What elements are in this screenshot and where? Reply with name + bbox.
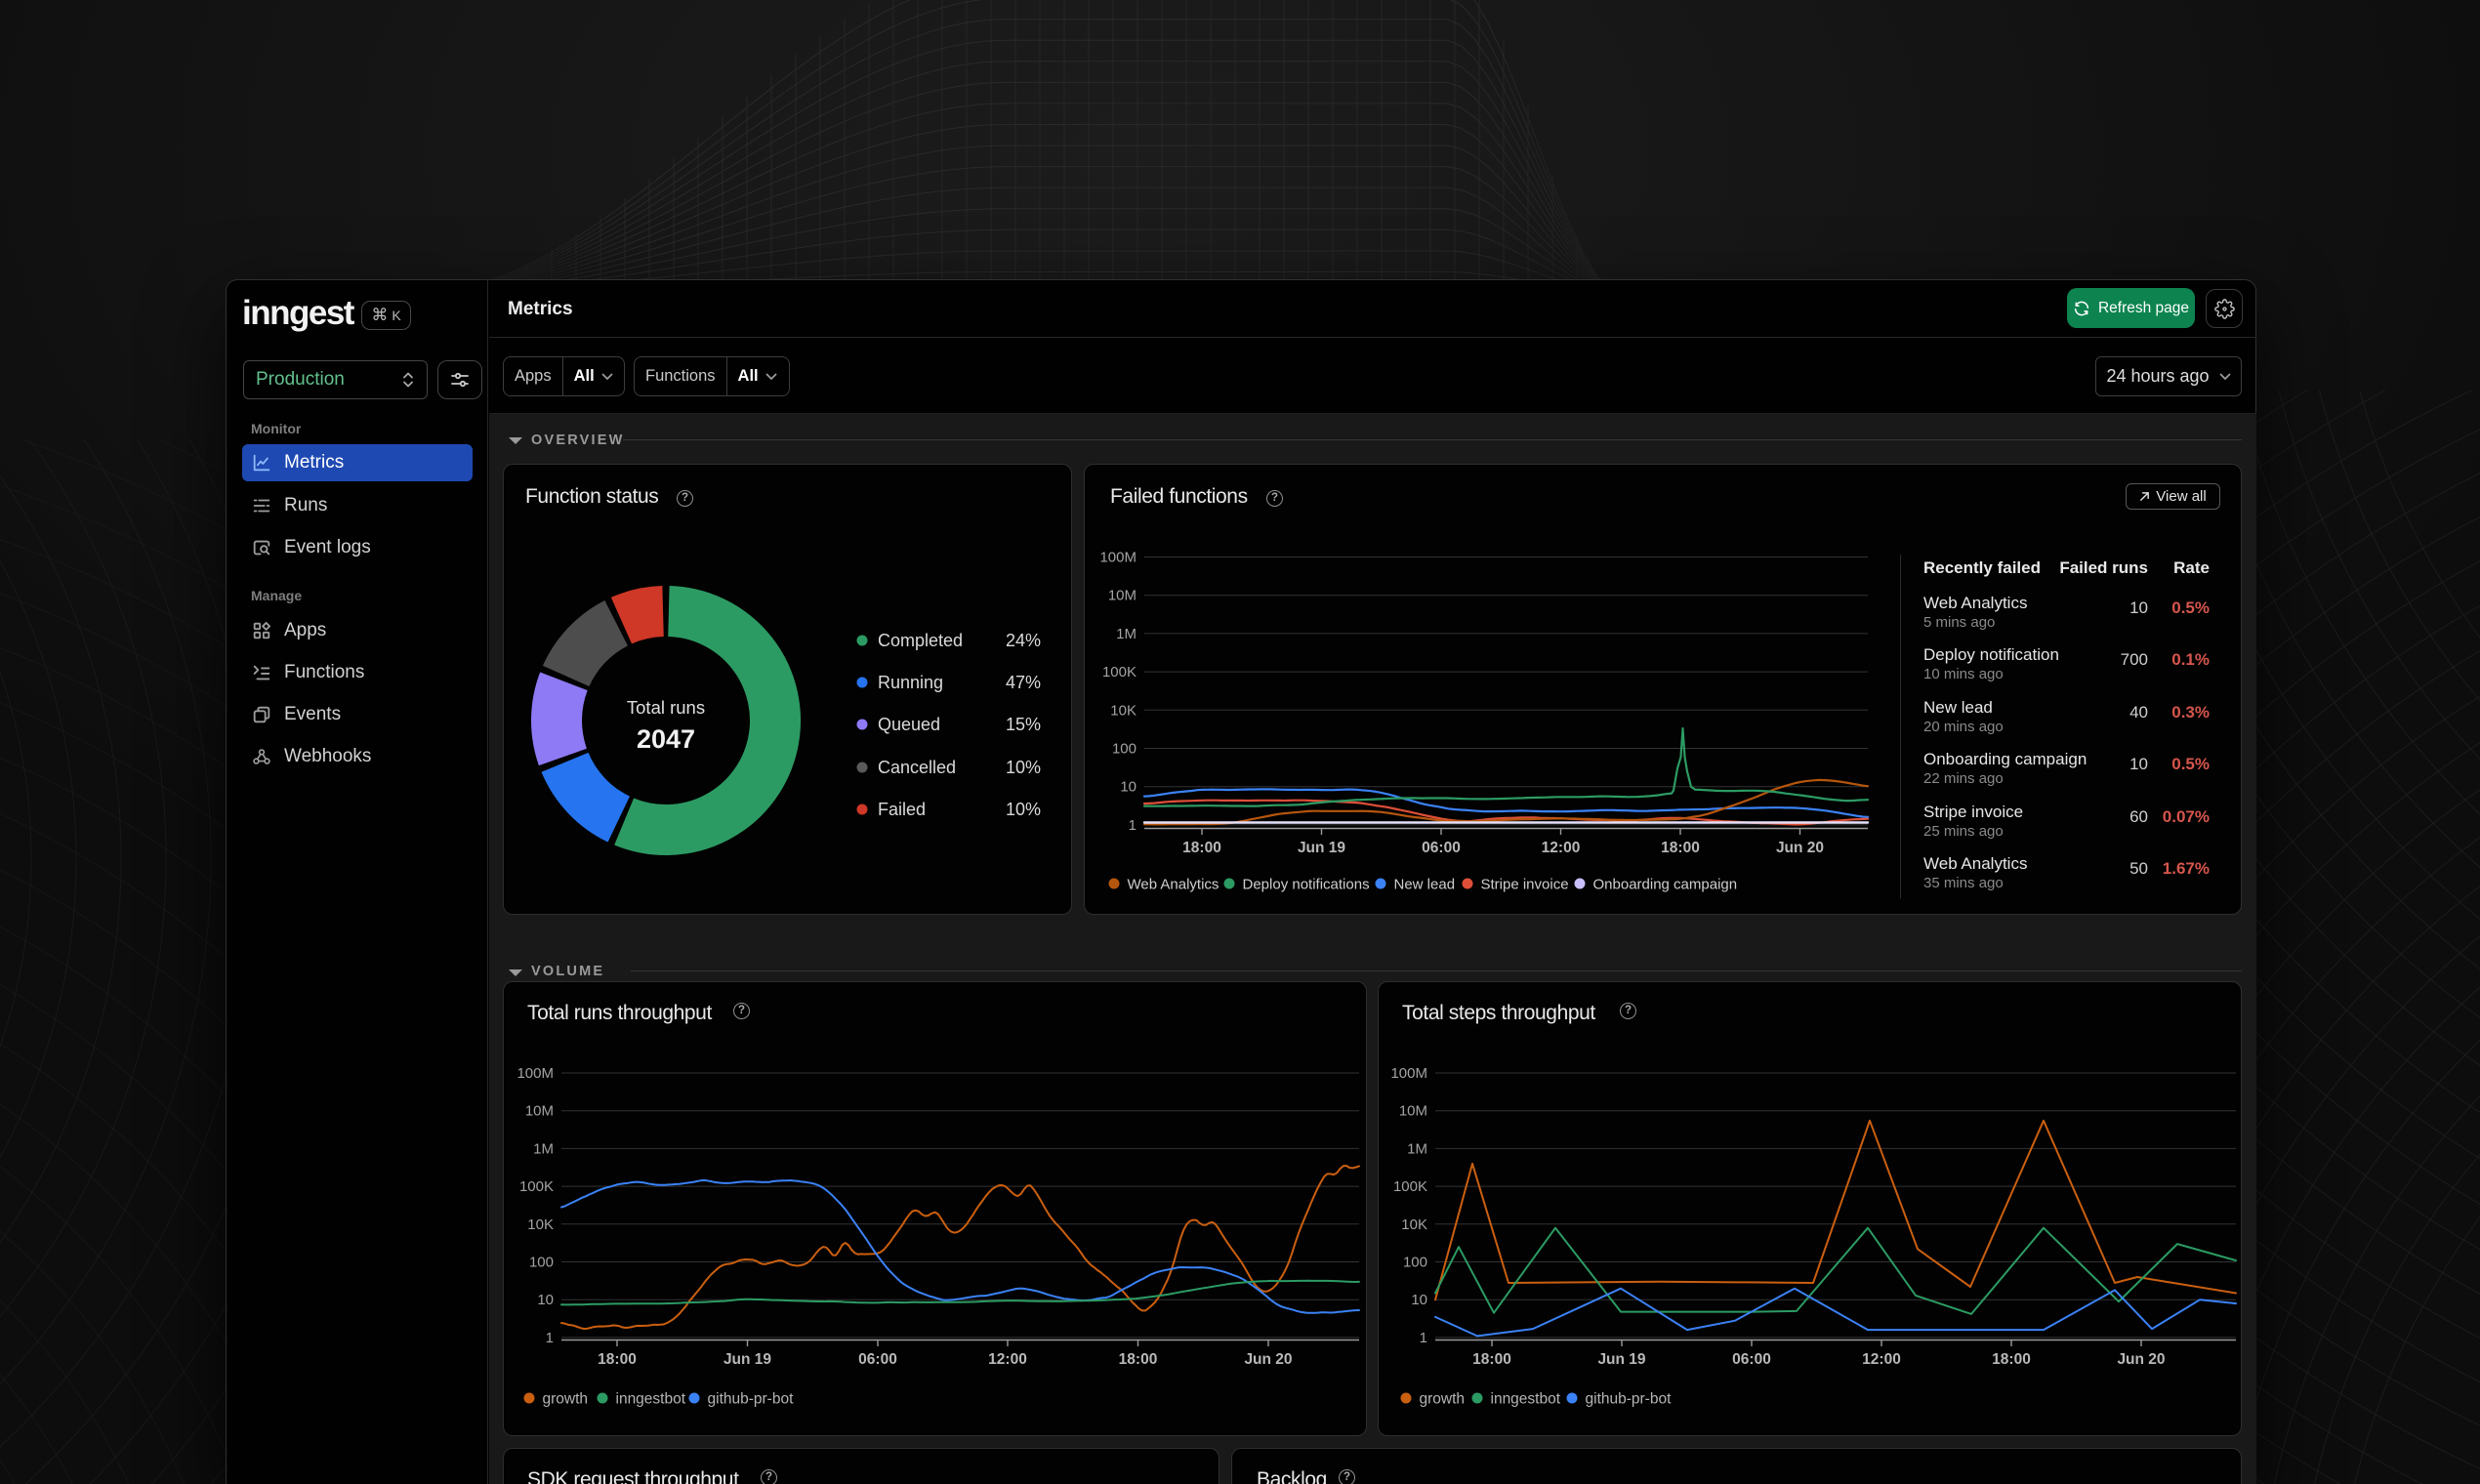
svg-text:10: 10: [1411, 1292, 1427, 1308]
svg-text:18:00: 18:00: [1992, 1351, 2031, 1368]
svg-text:100M: 100M: [1390, 1065, 1427, 1082]
svg-text:100K: 100K: [1393, 1178, 1427, 1195]
svg-text:Jun 20: Jun 20: [2117, 1351, 2165, 1368]
svg-text:github-pr-bot: github-pr-bot: [1586, 1391, 1673, 1408]
svg-text:100: 100: [529, 1255, 554, 1271]
svg-text:12:00: 12:00: [988, 1351, 1027, 1368]
svg-text:Jun 20: Jun 20: [1244, 1351, 1292, 1368]
svg-text:100K: 100K: [519, 1178, 554, 1195]
svg-text:inngestbot: inngestbot: [1491, 1391, 1561, 1408]
svg-text:06:00: 06:00: [858, 1351, 897, 1368]
svg-text:growth: growth: [543, 1391, 589, 1408]
svg-text:06:00: 06:00: [1732, 1351, 1771, 1368]
svg-text:18:00: 18:00: [1119, 1351, 1158, 1368]
svg-text:18:00: 18:00: [1472, 1351, 1511, 1368]
svg-text:Jun 19: Jun 19: [1597, 1351, 1645, 1368]
svg-text:100M: 100M: [517, 1065, 554, 1082]
svg-text:10M: 10M: [1399, 1103, 1427, 1120]
svg-text:inngestbot: inngestbot: [616, 1391, 686, 1408]
svg-text:10M: 10M: [525, 1103, 554, 1120]
svg-text:10K: 10K: [1401, 1216, 1427, 1233]
svg-text:1M: 1M: [1407, 1140, 1427, 1157]
svg-text:1: 1: [1420, 1330, 1427, 1346]
svg-text:github-pr-bot: github-pr-bot: [708, 1391, 795, 1408]
svg-text:1: 1: [546, 1330, 554, 1346]
svg-text:10K: 10K: [527, 1216, 554, 1233]
svg-text:10: 10: [537, 1292, 554, 1308]
svg-text:18:00: 18:00: [598, 1351, 637, 1368]
svg-text:100: 100: [1403, 1255, 1427, 1271]
svg-text:growth: growth: [1420, 1391, 1466, 1408]
svg-text:1M: 1M: [533, 1140, 554, 1157]
svg-text:Jun 19: Jun 19: [723, 1351, 771, 1368]
svg-text:12:00: 12:00: [1862, 1351, 1901, 1368]
